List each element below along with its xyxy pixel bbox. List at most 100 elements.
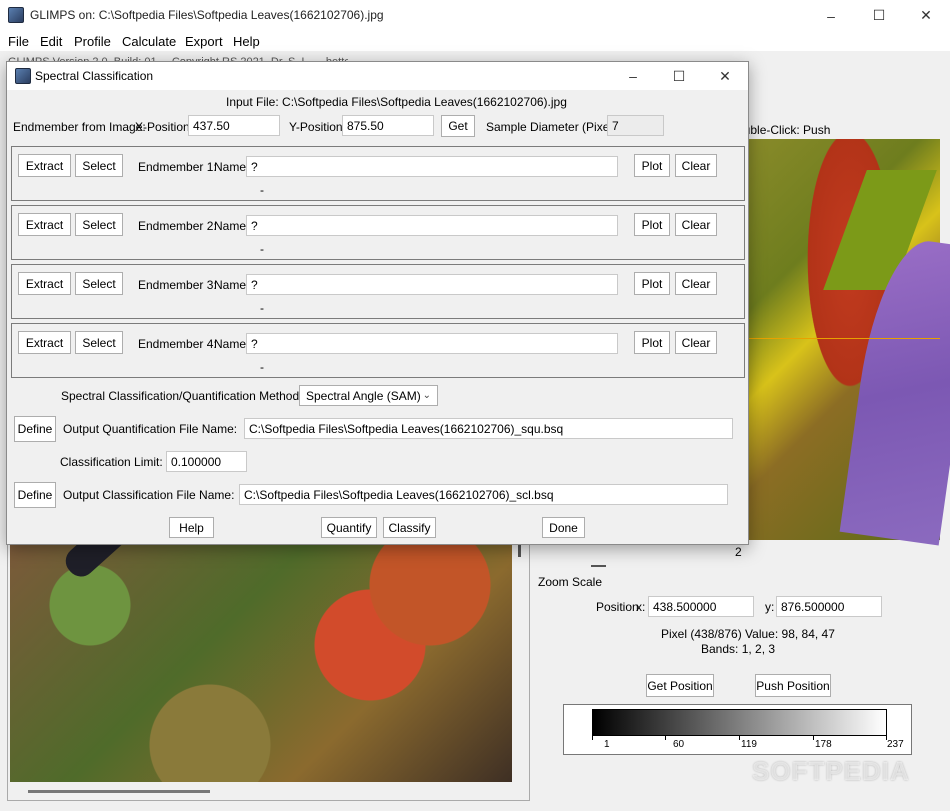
help-button[interactable]: Help [169,517,214,538]
define-classification-button[interactable]: Define [14,482,56,508]
x-position-label: X-Position: [135,120,194,134]
colorbar-tick-label: 119 [741,739,757,750]
main-window-title: GLIMPS on: C:\Softpedia Files\Softpedia … [30,8,384,22]
name-label: Name [214,278,247,292]
image-vertical-scrollbar[interactable] [518,545,521,557]
done-button[interactable]: Done [542,517,585,538]
menu-file[interactable]: File [8,34,29,49]
endmember-label: Endmember 4: [138,337,217,351]
endmember-name-field[interactable]: ? [246,274,618,295]
endmember-group-2: Extract Select Endmember 2: Name ? - Plo… [11,205,745,260]
classification-limit-field[interactable]: 0.100000 [166,451,247,472]
menu-export[interactable]: Export [185,34,223,49]
method-select[interactable]: Spectral Angle (SAM) ⌄ [299,385,438,406]
clear-button[interactable]: Clear [675,331,717,354]
define-quantification-button[interactable]: Define [14,416,56,442]
zoom-slider-handle[interactable] [591,565,606,567]
colorbar-tick-label: 60 [673,739,685,750]
input-file-label: Input File: C:\Softpedia Files\Softpedia… [226,95,567,109]
extract-button[interactable]: Extract [18,272,71,295]
quantification-file-label: Output Quantification File Name: [63,422,238,436]
endmember-info: - [260,242,264,256]
double-click-hint: ouble-Click: Push [737,123,831,137]
name-label: Name [214,219,247,233]
chevron-down-icon: ⌄ [422,390,431,401]
extract-button[interactable]: Extract [18,331,71,354]
endmember-name-field[interactable]: ? [246,215,618,236]
endmember-label: Endmember 3: [138,278,217,292]
menu-calculate[interactable]: Calculate [122,34,176,49]
bands-text: Bands: 1, 2, 3 [701,642,776,656]
method-label: Spectral Classification/Quantification M… [61,389,303,403]
image-frame [7,543,530,801]
close-icon[interactable]: ✕ [702,62,748,90]
endmember-group-4: Extract Select Endmember 4: Name ? - Plo… [11,323,745,378]
endmember-info: - [260,183,264,197]
classification-file-label: Output Classification File Name: [63,488,235,502]
method-selected-value: Spectral Angle (SAM) [306,388,421,403]
endmember-from-image-label: Endmember from Image: [13,120,146,134]
close-icon[interactable]: ✕ [903,0,949,31]
sample-diameter-field[interactable]: 7 [607,115,664,136]
app-icon [8,7,24,23]
select-button[interactable]: Select [75,154,123,177]
extract-button[interactable]: Extract [18,213,71,236]
menu-help[interactable]: Help [233,34,260,49]
position-y-field[interactable]: 876.500000 [776,596,882,617]
menubar: File Edit Profile Calculate Export Help [0,31,950,51]
zoom-scale-label: Zoom Scale [538,575,603,589]
endmember-info: - [260,360,264,374]
zoom-value: 2 [735,545,742,559]
menu-edit[interactable]: Edit [40,34,62,49]
plot-button[interactable]: Plot [634,331,670,354]
plot-button[interactable]: Plot [634,154,670,177]
clear-button[interactable]: Clear [675,272,717,295]
clear-button[interactable]: Clear [675,154,717,177]
classification-limit-label: Classification Limit: [60,455,163,469]
maximize-icon[interactable]: ☐ [856,0,902,31]
endmember-group-3: Extract Select Endmember 3: Name ? - Plo… [11,264,745,319]
colorbar-ticks [592,736,887,740]
endmember-group-1: Extract Select Endmember 1: Name ? - Plo… [11,146,745,201]
maximize-icon[interactable]: ☐ [656,62,702,90]
crosshair-line [740,338,940,339]
select-button[interactable]: Select [75,331,123,354]
spectral-classification-dialog: Spectral Classification – ☐ ✕ Input File… [6,61,749,545]
endmember-info: - [260,301,264,315]
endmember-name-field[interactable]: ? [246,156,618,177]
colorbar-tick-label: 237 [887,739,904,750]
classification-file-field[interactable]: C:\Softpedia Files\Softpedia Leaves(1662… [239,484,728,505]
position-x-field[interactable]: 438.500000 [648,596,754,617]
colorbar-tick-label: 1 [604,739,610,750]
colorbar-tick-label: 178 [815,739,832,750]
select-button[interactable]: Select [75,272,123,295]
push-position-button[interactable]: Push Position [755,674,831,697]
extract-button[interactable]: Extract [18,154,71,177]
endmember-name-field[interactable]: ? [246,333,618,354]
y-position-field[interactable]: 875.50 [342,115,434,136]
quantify-button[interactable]: Quantify [321,517,377,538]
x-label: x: [636,600,646,614]
name-label: Name [214,160,247,174]
endmember-label: Endmember 2: [138,219,217,233]
plot-button[interactable]: Plot [634,272,670,295]
get-button[interactable]: Get [441,115,475,137]
sample-diameter-label: Sample Diameter (Pixels): [486,120,626,134]
get-position-button[interactable]: Get Position [646,674,714,697]
bottom-strip [0,803,950,811]
x-position-field[interactable]: 437.50 [188,115,280,136]
menu-profile[interactable]: Profile [74,34,111,49]
dialog-title: Spectral Classification [35,69,154,83]
minimize-icon[interactable]: – [808,0,854,31]
quantification-file-field[interactable]: C:\Softpedia Files\Softpedia Leaves(1662… [244,418,733,439]
clear-button[interactable]: Clear [675,213,717,236]
select-button[interactable]: Select [75,213,123,236]
name-label: Name [214,337,247,351]
watermark: SOFTPEDIA [752,756,910,786]
classify-button[interactable]: Classify [383,517,436,538]
minimize-icon[interactable]: – [610,62,656,90]
image-horizontal-scrollbar[interactable] [28,790,210,793]
grayscale-colorbar [592,709,887,736]
plot-button[interactable]: Plot [634,213,670,236]
endmember-label: Endmember 1: [138,160,217,174]
